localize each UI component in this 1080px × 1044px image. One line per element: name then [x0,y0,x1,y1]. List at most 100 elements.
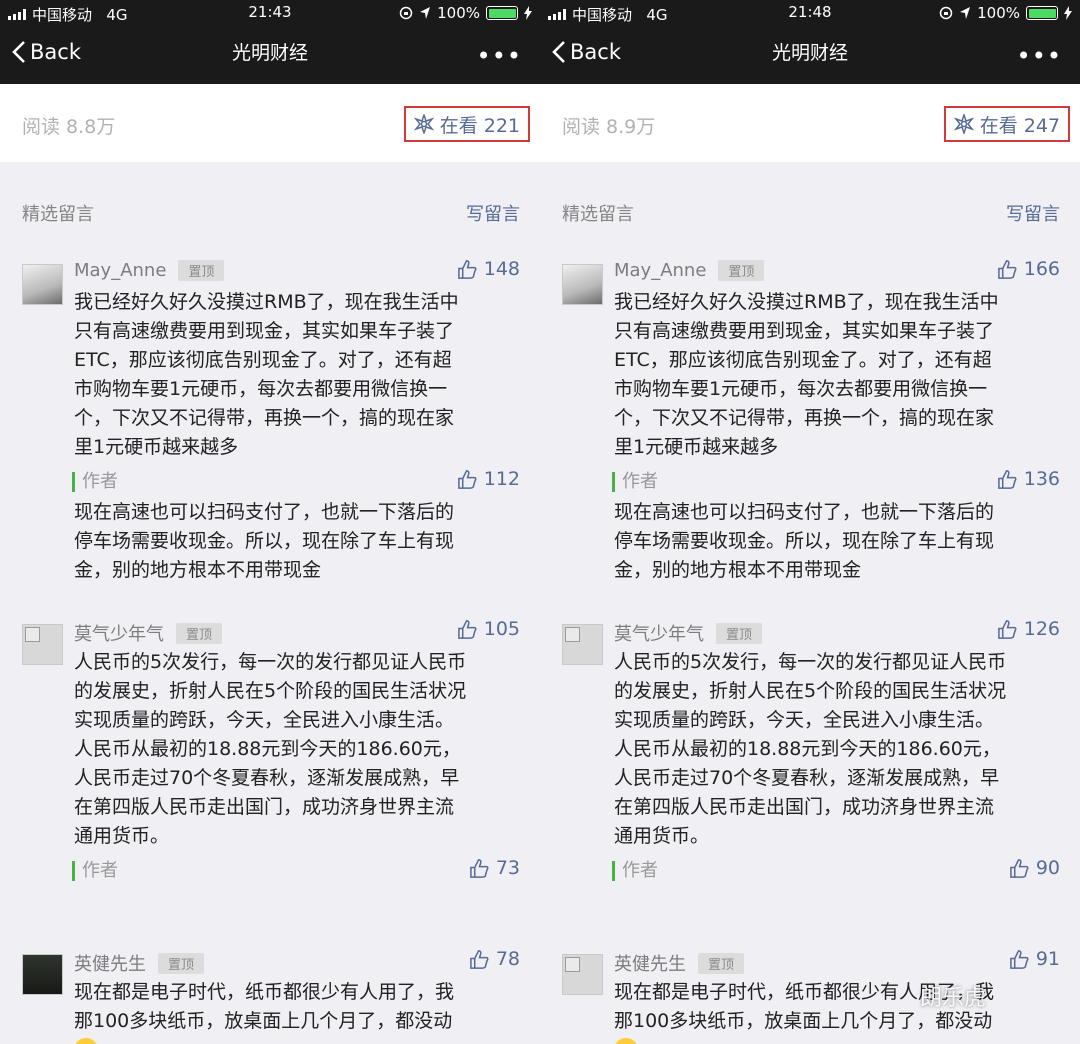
watching-button[interactable]: 在看 221 [403,106,530,142]
thumbs-up-icon [1009,858,1029,878]
like-count: 166 [1023,258,1060,280]
thumbs-up-icon [469,858,489,878]
screenshot-left: 中国移动 4G 21:43 100% Back 光明财经 ••• 阅读 8.8万… [0,0,540,1044]
battery-percent: 100% [977,4,1020,22]
thumbs-up-icon [469,949,489,969]
like-count: 78 [495,948,520,970]
avatar [22,264,63,305]
nav-bar: Back 光明财经 ••• [540,28,1080,84]
like-count: 105 [483,618,520,640]
like-count: 91 [1035,948,1060,970]
status-bar: 中国移动 4G 21:43 100% [0,0,540,28]
author-name: May_Anne [74,260,167,281]
location-arrow-icon [420,7,431,19]
thumbs-up-icon [1009,949,1029,969]
reply-like-button[interactable]: 136 [997,468,1060,490]
thumbs-up-icon [457,469,477,489]
thumbs-up-icon [457,259,477,279]
nav-title: 光明财经 [231,42,308,64]
comment-text: 现在都是电子时代，纸币都很少有人用了，我 那100多块纸币，放桌面上几个月了，都… [74,981,455,1032]
pinned-badge: 置顶 [158,952,205,974]
like-count: 148 [483,258,520,280]
like-button[interactable]: 148 [457,258,520,280]
reply-text: 现在高速也可以扫码支付了，也就一下落后的 停车场需要收现金。所以，现在除了车上有… [614,501,995,581]
nav-bar: Back 光明财经 ••• [0,28,540,84]
reply-like-count: 90 [1035,857,1060,879]
reply-like-count: 73 [495,857,520,879]
comment-author: 莫气少年气 置顶 [614,620,763,646]
reply-like-count: 136 [1023,468,1060,490]
status-indicators: 100% [399,4,532,22]
section-title: 精选留言 [562,204,634,225]
author-reply-label: 作者 [72,472,118,492]
read-count: 阅读 8.9万 [562,116,656,138]
comment-text: 我已经好久好久没摸过RMB了，现在我生活中 只有高速缴费要用到现金，其实如果车子… [74,291,459,458]
reply-like-button[interactable]: 73 [469,857,520,879]
watching-label: 在看 247 [979,114,1060,137]
comment-author: 莫气少年气 置顶 [74,620,223,646]
thumbs-up-icon [997,619,1017,639]
section-title: 精选留言 [22,204,94,225]
comments-header: 精选留言 写留言 [22,200,520,226]
comment-author: 英健先生 置顶 [614,950,745,976]
like-button[interactable]: 78 [469,948,520,970]
author-reply-label: 作者 [72,861,118,881]
stats-bar: 阅读 8.9万 在看 247 [540,84,1080,162]
avatar [562,624,603,665]
reply-like-button[interactable]: 112 [457,468,520,490]
pinned-badge: 置顶 [718,260,765,281]
like-button[interactable]: 91 [1009,948,1060,970]
like-button[interactable]: 126 [997,618,1060,640]
comment-text: 我已经好久好久没摸过RMB了，现在我生活中 只有高速缴费要用到现金，其实如果车子… [614,291,999,458]
comment-text: 人民币的5次发行，每一次的发行都见证人民币 的发展史，折射人民在5个阶段的国民生… [614,651,1007,847]
write-comment-link[interactable]: 写留言 [1006,200,1060,226]
author-reply-label: 作者 [612,472,658,492]
pinned-badge: 置顶 [176,622,223,644]
write-comment-link[interactable]: 写留言 [466,200,520,226]
comment-author: May_Anne 置顶 [74,260,225,281]
watching-button[interactable]: 在看 247 [943,106,1070,142]
stats-bar: 阅读 8.8万 在看 221 [0,84,540,162]
pinned-badge: 置顶 [178,260,225,281]
like-button[interactable]: 105 [457,618,520,640]
read-count: 阅读 8.8万 [22,116,116,138]
comment-text: 现在都是电子时代，纸币都很少有人用了，我 那100多块纸币，放桌面上几个月了，都… [614,981,995,1032]
status-bar: 中国移动 4G 21:48 100% [540,0,1080,28]
more-button[interactable]: ••• [477,42,522,70]
comment-text: 人民币的5次发行，每一次的发行都见证人民币 的发展史，折射人民在5个阶段的国民生… [74,651,467,847]
sparkle-icon [413,114,434,134]
like-button[interactable]: 166 [997,258,1060,280]
reply-like-button[interactable]: 90 [1009,857,1060,879]
author-name: May_Anne [614,260,707,281]
author-name: 英健先生 [614,954,686,975]
top-bar: 中国移动 4G 21:48 100% Back 光明财经 ••• [540,0,1080,84]
charging-bolt-icon [524,6,532,20]
avatar [22,954,63,995]
battery-icon [486,6,518,20]
like-count: 126 [1023,618,1060,640]
comment-author: May_Anne 置顶 [614,260,765,281]
nav-title: 光明财经 [771,42,848,64]
charging-bolt-icon [1064,6,1072,20]
battery-icon [1026,6,1058,20]
rotation-lock-icon [939,6,953,20]
sparkle-icon [953,114,974,134]
smile-emoji-icon [614,1038,638,1044]
pinned-badge: 置顶 [698,952,745,974]
location-arrow-icon [960,7,971,19]
author-name: 莫气少年气 [74,624,164,645]
comment-author: 英健先生 置顶 [74,950,205,976]
avatar [562,954,603,995]
rotation-lock-icon [399,6,413,20]
comments-header: 精选留言 写留言 [562,200,1060,226]
author-reply-label: 作者 [612,861,658,881]
thumbs-up-icon [457,619,477,639]
author-name: 英健先生 [74,954,146,975]
avatar [562,264,603,305]
watching-label: 在看 221 [439,114,520,137]
thumbs-up-icon [997,469,1017,489]
avatar [22,624,63,665]
reply-like-count: 112 [483,468,520,490]
reply-text: 现在高速也可以扫码支付了，也就一下落后的 停车场需要收现金。所以，现在除了车上有… [74,501,455,581]
more-button[interactable]: ••• [1017,42,1062,70]
